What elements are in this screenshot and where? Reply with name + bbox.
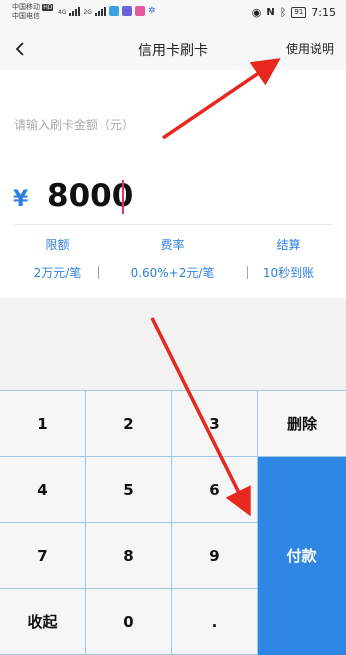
info-label: 费率: [160, 238, 185, 252]
info-value: 0.60%+2元/笔: [130, 266, 215, 280]
battery-icon: 91: [291, 7, 307, 18]
keypad-spacer: [0, 298, 346, 390]
network-type-1: 4G: [58, 9, 67, 16]
delete-button[interactable]: 删除: [258, 391, 346, 457]
amount-placeholder: 请输入刷卡金额（元）: [14, 118, 135, 132]
signal-icon: [94, 6, 106, 16]
key-decimal[interactable]: .: [172, 589, 258, 655]
key-1[interactable]: 1: [0, 391, 86, 457]
bluetooth-notification-icon: ✲: [147, 6, 156, 16]
key-2[interactable]: 2: [86, 391, 172, 457]
key-7[interactable]: 7: [0, 523, 86, 589]
nfc-icon: N: [266, 7, 275, 18]
carrier-line-1: 中国移动: [12, 3, 40, 11]
notification-icon: [121, 6, 132, 16]
key-9[interactable]: 9: [172, 523, 258, 589]
info-value: 10秒到账: [262, 266, 315, 280]
hd-badge: HD: [42, 4, 54, 11]
key-3[interactable]: 3: [172, 391, 258, 457]
key-8[interactable]: 8: [86, 523, 172, 589]
pay-button[interactable]: 付款: [258, 457, 346, 655]
app-header: 信用卡刷卡 使用说明: [0, 28, 346, 70]
status-bar: 中国移动 HD 中国电信 4G 2G ✲ ◉ N ᛒ 91 7:15: [0, 0, 346, 28]
key-4[interactable]: 4: [0, 457, 86, 523]
instructions-link[interactable]: 使用说明: [286, 40, 334, 57]
notification-icon: [108, 6, 119, 16]
status-right: ◉ N ᛒ 91 7:15: [252, 6, 336, 19]
clock: 7:15: [311, 6, 336, 19]
info-label: 限额: [45, 238, 70, 252]
divider: [14, 224, 332, 225]
text-cursor: [122, 180, 124, 214]
carrier-info: 中国移动 HD 中国电信: [12, 3, 54, 21]
key-5[interactable]: 5: [86, 457, 172, 523]
key-0[interactable]: 0: [86, 589, 172, 655]
collapse-keypad-button[interactable]: 收起: [0, 589, 86, 655]
notification-icon: [134, 6, 145, 16]
signal-icons: 4G 2G ✲: [58, 6, 155, 16]
info-separator: [98, 266, 99, 279]
currency-symbol: ¥: [13, 187, 29, 212]
eye-icon: ◉: [251, 6, 262, 19]
bluetooth-icon: ᛒ: [279, 6, 287, 19]
numeric-keypad: 1 2 3 删除 4 5 6 7 8 9 收起 0 . 付款: [0, 390, 346, 655]
info-label: 结算: [276, 238, 301, 252]
carrier-line-2: 中国电信: [12, 12, 40, 20]
key-6[interactable]: 6: [172, 457, 258, 523]
signal-icon: [69, 6, 81, 16]
amount-section: 请输入刷卡金额（元） ¥ 8000: [0, 70, 346, 230]
amount-input[interactable]: 8000: [47, 177, 133, 215]
fee-info-row: 限额 2万元/笔 费率 0.60%+2元/笔 结算 10秒到账: [0, 230, 346, 298]
network-type-2: 2G: [83, 9, 92, 16]
